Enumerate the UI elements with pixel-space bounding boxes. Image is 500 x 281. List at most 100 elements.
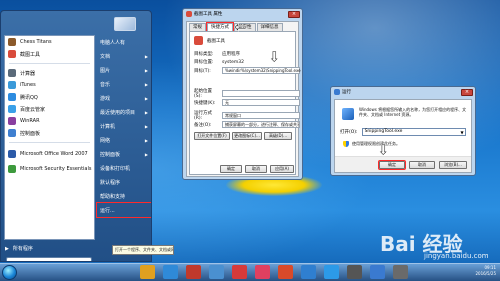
target-label: 目标(T): xyxy=(194,68,211,74)
cancel-button[interactable]: 取消 xyxy=(245,165,267,173)
start-right-item[interactable]: 帮助和支持 xyxy=(97,189,151,203)
start-right-item[interactable]: 文档 ▶ xyxy=(97,49,151,63)
start-in-field[interactable] xyxy=(222,90,300,97)
run-titlebar[interactable]: 运行 × xyxy=(331,87,475,97)
chevron-down-icon[interactable]: ▼ xyxy=(461,130,464,136)
start-right-label: 默认程序 xyxy=(100,179,121,186)
baidu-watermark-url: jingyan.baidu.com xyxy=(424,252,489,260)
taskbar xyxy=(0,263,500,281)
all-programs-button[interactable]: ▶ 所有程序 xyxy=(5,243,93,254)
word-icon xyxy=(8,149,16,158)
pinned-program-item[interactable]: 百度云管家 xyxy=(5,103,94,115)
advanced-button[interactable]: 高级(D)... xyxy=(264,132,292,140)
run-description: Windows 将根据您所输入的名称，为您打开相应的程序、文件夹、文档或 Int… xyxy=(359,107,467,117)
pinned-program-item[interactable]: 截图工具 xyxy=(5,48,94,60)
arrow-down-icon: ⇩ xyxy=(268,48,281,66)
run-ok-button[interactable]: 确定 xyxy=(378,160,406,170)
apply-button[interactable]: 应用(A) xyxy=(270,165,294,173)
start-right-item[interactable]: 默认程序 xyxy=(97,175,151,189)
browse-button[interactable]: 浏览(B)... xyxy=(439,161,467,169)
start-right-label: 控制面板 xyxy=(100,151,121,158)
start-right-item[interactable]: 设备和打印机 xyxy=(97,161,151,175)
pinned-program-item[interactable]: 腾讯QQ xyxy=(5,91,94,103)
run-program-icon xyxy=(342,108,354,120)
start-right-label: 图片 xyxy=(100,67,111,74)
pinned-program-item[interactable]: Microsoft Security Essentials xyxy=(5,161,94,176)
uac-shield-icon xyxy=(343,141,349,147)
triangle-right-icon: ▶ xyxy=(144,81,148,87)
snipping-icon[interactable] xyxy=(301,265,316,279)
system-tray: 09:11 2016/5/25 xyxy=(452,265,498,279)
pinned-program-item[interactable]: Microsoft Office Word 2007 xyxy=(5,146,94,161)
start-right-item[interactable]: 最近使用的项目 ▶ xyxy=(97,105,151,119)
app-icon[interactable] xyxy=(278,265,293,279)
separator xyxy=(9,142,90,143)
document-icon[interactable] xyxy=(370,265,385,279)
media-player-icon[interactable] xyxy=(163,265,178,279)
user-avatar[interactable] xyxy=(114,17,136,31)
calculator-icon xyxy=(8,69,16,77)
control-panel-icon xyxy=(8,129,16,137)
triangle-right-icon: ▶ xyxy=(5,245,9,252)
triangle-right-icon: ▶ xyxy=(144,151,148,157)
start-right-item[interactable]: 控制面板 ▶ xyxy=(97,147,151,161)
separator xyxy=(9,63,90,64)
run-body: Windows 将根据您所输入的名称，为您打开相应的程序、文件夹、文档或 Int… xyxy=(334,99,472,173)
camera-icon[interactable] xyxy=(347,265,362,279)
run-cancel-button[interactable]: 取消 xyxy=(409,161,435,169)
pinned-program-item[interactable]: iTunes xyxy=(5,79,94,91)
start-right-item[interactable]: 游戏 ▶ xyxy=(97,91,151,105)
pinned-program-item[interactable]: Chess Titans xyxy=(5,36,94,48)
start-search-input[interactable] xyxy=(6,257,92,261)
run-command-value: SnippingTool.exe xyxy=(364,129,403,134)
pinned-programs-list: Chess Titans 截图工具计算器 iTunes 腾讯QQ 百度云管家 WinRAR… xyxy=(4,35,95,240)
shortcut-key-field[interactable]: 无 xyxy=(222,99,300,106)
start-right-item[interactable]: 图片 ▶ xyxy=(97,63,151,77)
tab-general[interactable]: 常规 xyxy=(189,23,206,31)
ok-button[interactable]: 确定 xyxy=(220,165,242,173)
music-icon[interactable] xyxy=(232,265,247,279)
triangle-right-icon: ▶ xyxy=(144,67,148,73)
pinned-program-item[interactable]: 控制面板 xyxy=(5,127,94,139)
run-tooltip: 打开一个程序、文件夹、文档或网站。 xyxy=(112,245,174,255)
browser-icon[interactable] xyxy=(186,265,201,279)
start-right-label: 网络 xyxy=(100,137,111,144)
triangle-right-icon: ▶ xyxy=(144,53,148,59)
start-right-item[interactable]: 计算机 ▶ xyxy=(97,119,151,133)
qq-icon[interactable] xyxy=(324,265,339,279)
open-file-location-button[interactable]: 打开文件位置(F) xyxy=(194,132,230,140)
start-right-item[interactable]: 音乐 ▶ xyxy=(97,77,151,91)
start-right-label: 设备和打印机 xyxy=(100,165,131,172)
start-right-item[interactable]: 电脑人人有 xyxy=(97,35,151,49)
scissors-icon xyxy=(194,36,203,45)
pinned-program-item[interactable]: 计算器 xyxy=(5,67,94,79)
comment-field[interactable]: 捕获屏幕的一部分，进行注释、保存或共享。 xyxy=(222,121,300,128)
tab-shortcut[interactable]: 快捷方式 xyxy=(206,22,234,32)
window-icon[interactable] xyxy=(209,265,224,279)
explorer-icon[interactable] xyxy=(140,265,155,279)
triangle-right-icon: ▶ xyxy=(144,109,148,115)
run-dialog: 运行 × Windows 将根据您所输入的名称，为您打开相应的程序、文件夹、文档… xyxy=(330,86,476,176)
tools-icon[interactable] xyxy=(393,265,408,279)
run-command-input[interactable]: SnippingTool.exe ▼ xyxy=(361,128,466,136)
run-mode-select[interactable]: 常规窗口 xyxy=(222,112,300,119)
photo-icon[interactable] xyxy=(255,265,270,279)
clock-date[interactable]: 2016/5/25 xyxy=(452,271,496,277)
winrar-icon xyxy=(8,117,16,125)
close-icon[interactable]: × xyxy=(461,88,473,96)
target-location-value: system32 xyxy=(222,59,244,65)
shortcut-name: 截图工具 xyxy=(207,38,225,44)
admin-note: 使用管理权限创建此任务。 xyxy=(352,141,400,146)
start-right-item[interactable]: 网络 ▶ xyxy=(97,133,151,147)
run-mode-label: 运行方式(R): xyxy=(194,111,212,121)
close-icon[interactable]: × xyxy=(288,10,300,18)
start-right-item[interactable]: 运行... xyxy=(96,202,151,218)
run-icon xyxy=(334,89,340,95)
qq-icon xyxy=(8,93,16,101)
change-icon-button[interactable]: 更改图标(C)... xyxy=(232,132,262,140)
pinned-program-item[interactable]: WinRAR xyxy=(5,115,94,127)
tab-details[interactable]: 详细信息 xyxy=(256,23,283,31)
pinned-program-label: 百度云管家 xyxy=(20,106,46,113)
target-field[interactable]: %windir%\system32\SnippingTool.exe xyxy=(222,67,301,74)
start-button[interactable] xyxy=(2,265,17,280)
